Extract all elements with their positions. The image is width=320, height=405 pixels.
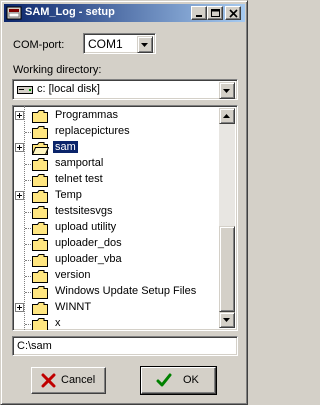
drive-select[interactable]: c: [local disk]	[12, 79, 238, 100]
close-icon	[229, 9, 238, 18]
tree-item-label: uploader_vba	[55, 253, 122, 265]
drive-dropdown-button[interactable]	[219, 82, 235, 99]
folder-icon	[32, 270, 48, 283]
cancel-button-label: Cancel	[61, 374, 96, 386]
tree-item[interactable]: x	[13, 316, 225, 330]
folder-icon	[32, 222, 48, 235]
chevron-down-icon	[141, 43, 148, 47]
maximize-button[interactable]	[207, 6, 223, 20]
checkmark-icon	[156, 373, 172, 387]
tree-item[interactable]: sam	[13, 140, 225, 156]
tree-item[interactable]: uploader_vba	[13, 252, 225, 268]
vertical-scrollbar[interactable]	[219, 108, 235, 328]
scroll-down-button[interactable]	[219, 312, 235, 328]
drive-icon	[17, 86, 33, 94]
com-port-select[interactable]: COM1	[83, 33, 156, 54]
window-title: SAM_Log - setup	[25, 6, 115, 18]
expand-toggle[interactable]	[15, 111, 24, 120]
expand-toggle[interactable]	[15, 191, 24, 200]
folder-icon	[32, 318, 48, 330]
tree-guide-branch	[25, 276, 31, 277]
tree-item[interactable]: testsitesvgs	[13, 204, 225, 220]
folder-icon	[32, 254, 48, 267]
tree-item-label: samportal	[55, 157, 104, 169]
chevron-down-icon	[223, 89, 230, 93]
tree-item-label: x	[55, 317, 61, 329]
cancel-button[interactable]: Cancel	[31, 367, 106, 394]
chevron-up-icon	[223, 114, 230, 118]
folder-icon	[32, 206, 48, 219]
title-bar[interactable]: SAM_Log - setup	[4, 4, 245, 22]
drive-value: c: [local disk]	[37, 83, 100, 95]
tree-guide-branch	[25, 244, 31, 245]
folder-icon	[32, 190, 48, 203]
tree-item[interactable]: telnet test	[13, 172, 225, 188]
tree-guide-branch	[25, 228, 31, 229]
tree-item[interactable]: version	[13, 268, 225, 284]
tree-item-label: version	[55, 269, 91, 281]
com-port-dropdown-button[interactable]	[137, 36, 153, 53]
expand-toggle[interactable]	[15, 303, 24, 312]
tree-item[interactable]: upload utility	[13, 220, 225, 236]
directory-tree[interactable]: Programmas replacepictures sam samportal tel…	[12, 105, 238, 331]
tree-item-label: upload utility	[55, 221, 117, 233]
tree-guide-branch	[25, 164, 31, 165]
tree-item-label: telnet test	[55, 173, 103, 185]
tree-guide-branch	[25, 324, 31, 325]
tree-item[interactable]: uploader_dos	[13, 236, 225, 252]
tree-item[interactable]: Windows Update Setup Files	[13, 284, 225, 300]
tree-item[interactable]: WINNT	[13, 300, 225, 316]
tree-item-label: Temp	[55, 189, 82, 201]
tree-item[interactable]: Programmas	[13, 108, 225, 124]
setup-window: SAM_Log - setup COM-port: COM1 Working d…	[0, 0, 248, 405]
tree-item-label: replacepictures	[55, 125, 130, 137]
ok-button[interactable]: OK	[140, 366, 217, 395]
tree-item[interactable]: Temp	[13, 188, 225, 204]
minimize-icon	[196, 15, 202, 17]
folder-icon	[32, 110, 48, 123]
maximize-icon	[211, 9, 220, 17]
minimize-button[interactable]	[191, 6, 207, 20]
expand-toggle[interactable]	[15, 143, 24, 152]
com-port-value: COM1	[88, 37, 123, 51]
ok-button-label: OK	[183, 374, 199, 386]
folder-icon	[32, 302, 48, 315]
path-value: C:\sam	[17, 340, 52, 352]
folder-icon	[32, 174, 48, 187]
path-field[interactable]: C:\sam	[12, 336, 238, 356]
tree-guide-branch	[25, 180, 31, 181]
open-folder-icon	[32, 142, 49, 155]
scroll-thumb[interactable]	[219, 226, 235, 312]
tree-guide-branch	[25, 260, 31, 261]
tree-item-label: sam	[52, 140, 79, 154]
app-icon	[6, 6, 22, 20]
cross-icon	[41, 373, 56, 388]
chevron-down-icon	[223, 318, 230, 322]
folder-icon	[32, 158, 48, 171]
working-directory-label: Working directory:	[13, 64, 102, 76]
close-button[interactable]	[225, 6, 241, 20]
tree-guide-branch	[25, 212, 31, 213]
tree-item-label: Programmas	[55, 109, 118, 121]
scroll-up-button[interactable]	[219, 108, 235, 124]
tree-item-label: Windows Update Setup Files	[55, 285, 197, 297]
tree-item-label: WINNT	[55, 301, 92, 313]
folder-icon	[32, 286, 48, 299]
tree-item-label: uploader_dos	[55, 237, 122, 249]
folder-icon	[32, 126, 48, 139]
com-port-label: COM-port:	[13, 39, 65, 51]
tree-item[interactable]: replacepictures	[13, 124, 225, 140]
tree-item[interactable]: samportal	[13, 156, 225, 172]
tree-guide-branch	[25, 292, 31, 293]
folder-icon	[32, 238, 48, 251]
tree-item-label: testsitesvgs	[55, 205, 113, 217]
tree-guide-branch	[25, 132, 31, 133]
